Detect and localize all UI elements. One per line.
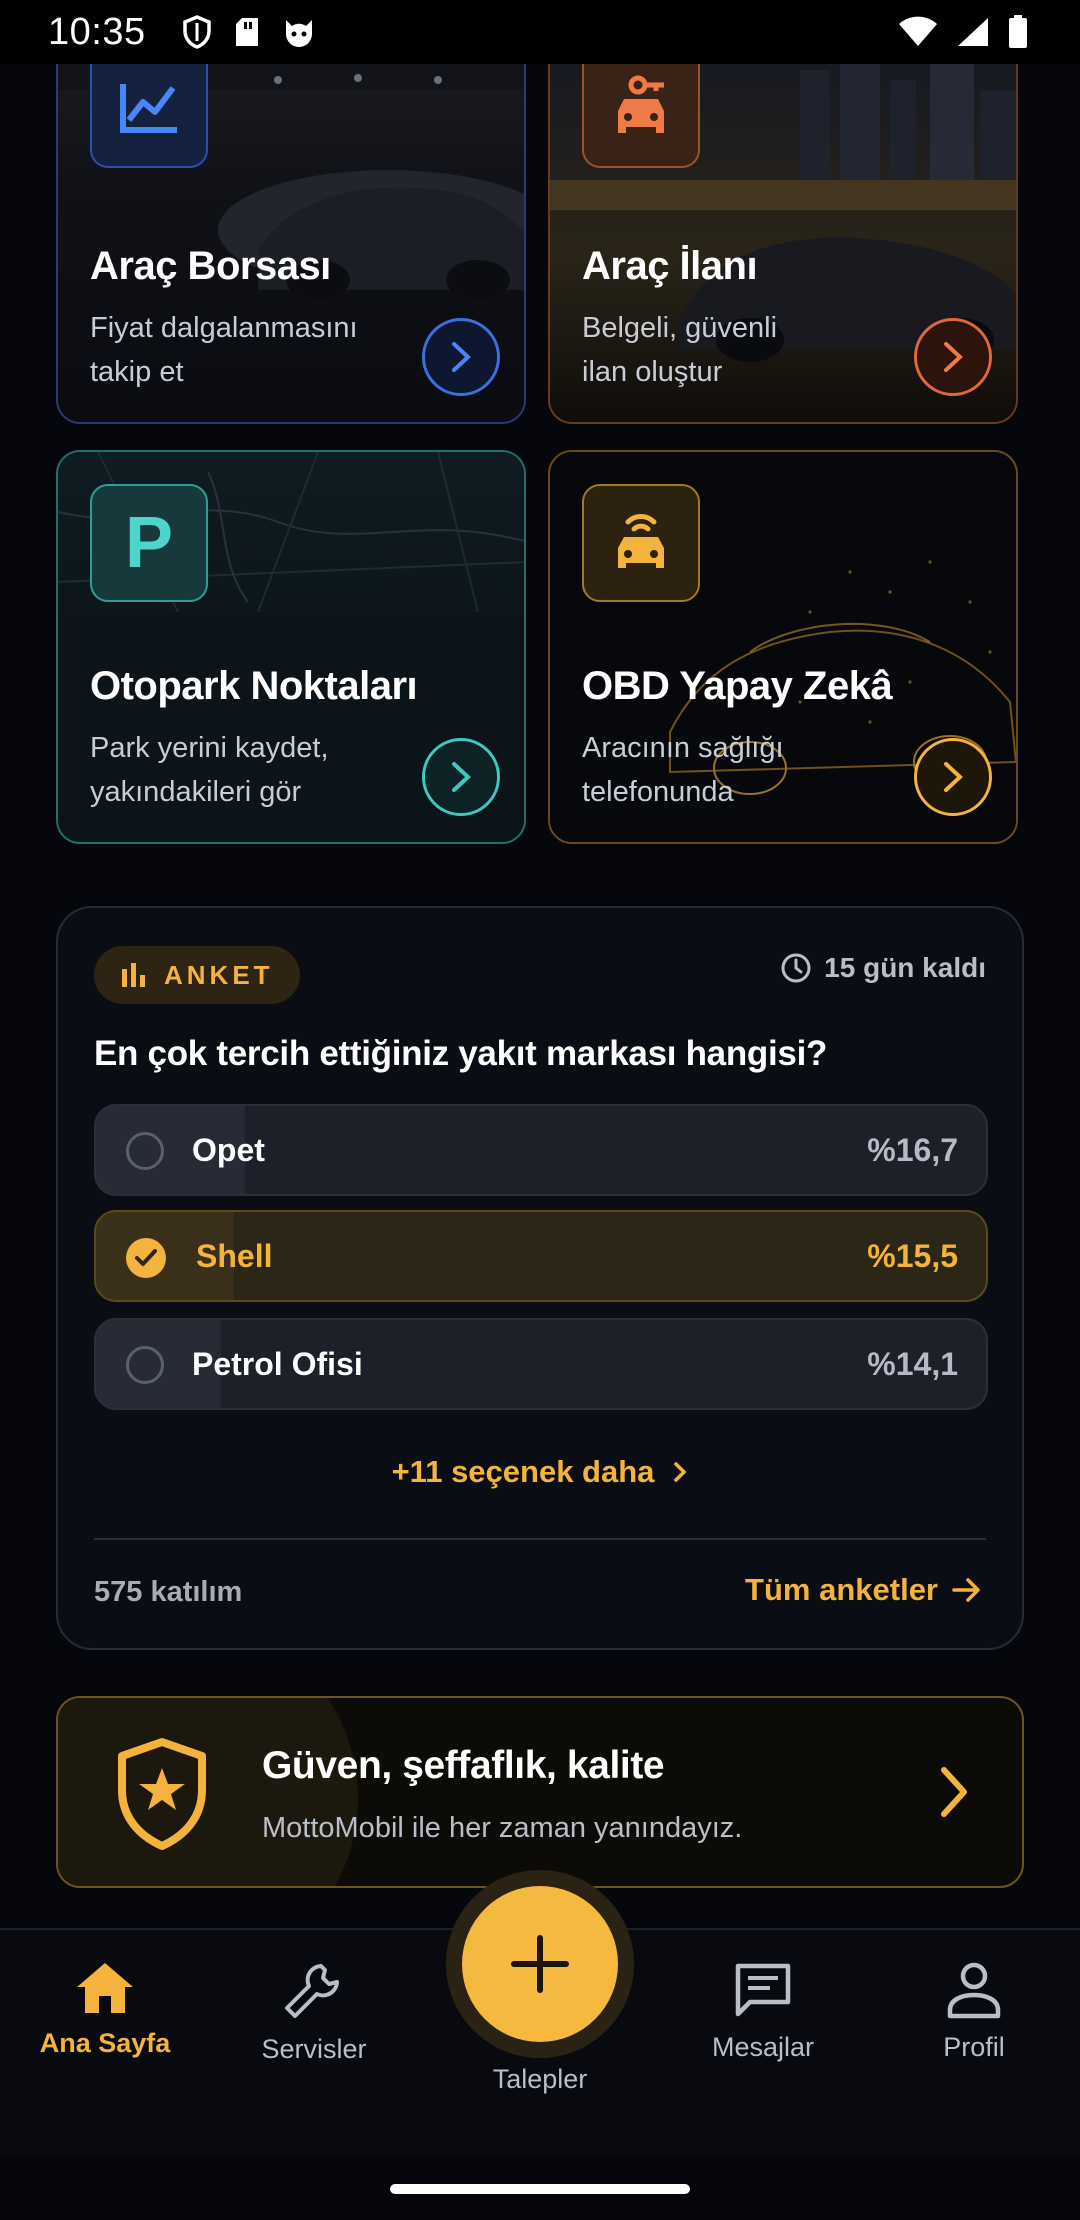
- card-subtitle: Park yerini kaydet, yakındakileri gör: [90, 732, 329, 808]
- card-subtitle: Belgeli, güvenli ilan oluştur: [582, 312, 778, 388]
- banner-subtitle: MottoMobil ile her zaman yanındayız.: [262, 1812, 743, 1844]
- card-otopark-noktalari[interactable]: P Otopark Noktaları Park yerini kaydet, …: [56, 450, 526, 844]
- talepler-fab-button[interactable]: [462, 1886, 618, 2042]
- poll-option-name: Shell: [196, 1238, 273, 1274]
- poll-badge-label: ANKET: [164, 959, 274, 990]
- radio-unselected-icon: [126, 1346, 164, 1384]
- poll-option-name: Opet: [192, 1132, 265, 1168]
- poll-deadline: 15 gün kaldı: [780, 952, 986, 984]
- card-icon-box: [90, 50, 208, 168]
- status-time: 10:35: [48, 10, 146, 53]
- card-arac-ilani[interactable]: Araç İlanı Belgeli, güvenli ilan oluştur: [548, 50, 1018, 424]
- nav-label-talepler: Talepler: [492, 2064, 588, 2094]
- chevron-right-icon: [452, 762, 471, 792]
- app-screen: 10:35 Araç Borsası Fiyat dalgalanmasını …: [0, 0, 1080, 2220]
- chevron-right-icon: [944, 762, 963, 792]
- wifi-icon: [899, 16, 937, 46]
- nav-item-ana-sayfa[interactable]: Ana Sayfa: [5, 1960, 205, 2059]
- poll-participation: 575 katılım: [94, 1576, 243, 1608]
- nav-label: Servisler: [261, 2034, 367, 2064]
- trust-banner[interactable]: Güven, şeffaflık, kalite MottoMobil ile …: [56, 1696, 1024, 1888]
- chevron-right-icon: [674, 1462, 687, 1482]
- poll-option-opet[interactable]: Opet %16,7: [94, 1104, 988, 1196]
- banner-title: Güven, şeffaflık, kalite: [262, 1744, 665, 1787]
- battery-icon: [1009, 15, 1027, 48]
- plus-icon: [511, 1935, 569, 1993]
- poll-option-percent: %15,5: [867, 1238, 958, 1274]
- poll-question: En çok tercih ettiğiniz yakıt markası ha…: [94, 1034, 828, 1073]
- more-options-label: +11 seçenek daha: [391, 1454, 655, 1489]
- poll-option-percent: %16,7: [867, 1132, 958, 1168]
- card-subtitle: Fiyat dalgalanmasını takip et: [90, 312, 358, 388]
- check-circle-icon: [126, 1238, 166, 1278]
- all-polls-link[interactable]: Tüm anketler: [745, 1572, 982, 1608]
- car-tag-icon: [618, 75, 664, 133]
- card-title: Otopark Noktaları: [90, 664, 418, 708]
- chart-line-icon: [120, 84, 177, 133]
- nav-item-mesajlar[interactable]: Mesajlar: [663, 1960, 863, 2063]
- nav-label: Ana Sayfa: [39, 2028, 171, 2058]
- poll-deadline-text: 15 gün kaldı: [824, 952, 986, 983]
- card-title: OBD Yapay Zekâ: [582, 664, 893, 708]
- poll-divider: [94, 1538, 986, 1540]
- poll-option-name: Petrol Ofisi: [192, 1346, 363, 1382]
- poll-option-shell[interactable]: Shell %15,5: [94, 1210, 988, 1302]
- person-icon: [947, 1962, 1001, 2019]
- more-options-link[interactable]: +11 seçenek daha: [58, 1454, 1022, 1490]
- card-obd-yapay-zeka[interactable]: OBD Yapay Zekâ Aracının sağlığı telefonu…: [548, 450, 1018, 844]
- sd-card-icon: [235, 18, 258, 46]
- all-polls-label: Tüm anketler: [745, 1572, 938, 1607]
- card-title: Araç İlanı: [582, 244, 758, 288]
- gesture-bar[interactable]: [390, 2184, 690, 2194]
- poll-card: ANKET 15 gün kaldı En çok tercih ettiğin…: [56, 906, 1024, 1650]
- arrow-right-icon: [952, 1578, 980, 1602]
- shield-star-icon: [118, 1738, 206, 1850]
- shield-status-icon: [182, 15, 211, 49]
- fab-halo: [446, 1870, 634, 2058]
- status-system-icons: [898, 15, 1028, 49]
- nav-label: Profil: [943, 2032, 1005, 2062]
- chevron-right-icon: [452, 342, 471, 372]
- status-bar: 10:35: [0, 0, 1080, 64]
- signal-icon: [958, 18, 988, 46]
- card-title: Araç Borsası: [90, 244, 331, 288]
- cat-face-icon: [285, 20, 312, 47]
- wrench-icon: [285, 1964, 339, 2018]
- chevron-right-icon: [944, 342, 963, 372]
- card-icon-box: P: [90, 484, 208, 602]
- bar-chart-icon: [122, 963, 145, 987]
- status-notification-icons: [182, 15, 316, 49]
- home-icon: [77, 1963, 133, 2013]
- parking-icon: P: [124, 503, 174, 583]
- poll-badge: ANKET: [94, 946, 300, 1004]
- card-arac-borsasi[interactable]: Araç Borsası Fiyat dalgalanmasını takip …: [56, 50, 526, 424]
- card-subtitle: Aracının sağlığı telefonunda: [582, 732, 784, 808]
- nav-item-profil[interactable]: Profil: [874, 1960, 1074, 2063]
- radio-unselected-icon: [126, 1132, 164, 1170]
- clock-icon: [781, 953, 811, 983]
- nav-label: Mesajlar: [711, 2032, 815, 2062]
- poll-option-percent: %14,1: [867, 1346, 958, 1382]
- card-go-button[interactable]: [914, 738, 992, 816]
- poll-option-petrol-ofisi[interactable]: Petrol Ofisi %14,1: [94, 1318, 988, 1410]
- card-go-button[interactable]: [422, 318, 500, 396]
- nav-item-servisler[interactable]: Servisler: [214, 1960, 414, 2065]
- car-signal-icon: [618, 514, 664, 568]
- card-go-button[interactable]: [422, 738, 500, 816]
- chevron-right-icon: [941, 1767, 967, 1817]
- card-icon-box: [582, 484, 700, 602]
- card-go-button[interactable]: [914, 318, 992, 396]
- card-icon-box: [582, 50, 700, 168]
- message-icon: [735, 1963, 791, 2017]
